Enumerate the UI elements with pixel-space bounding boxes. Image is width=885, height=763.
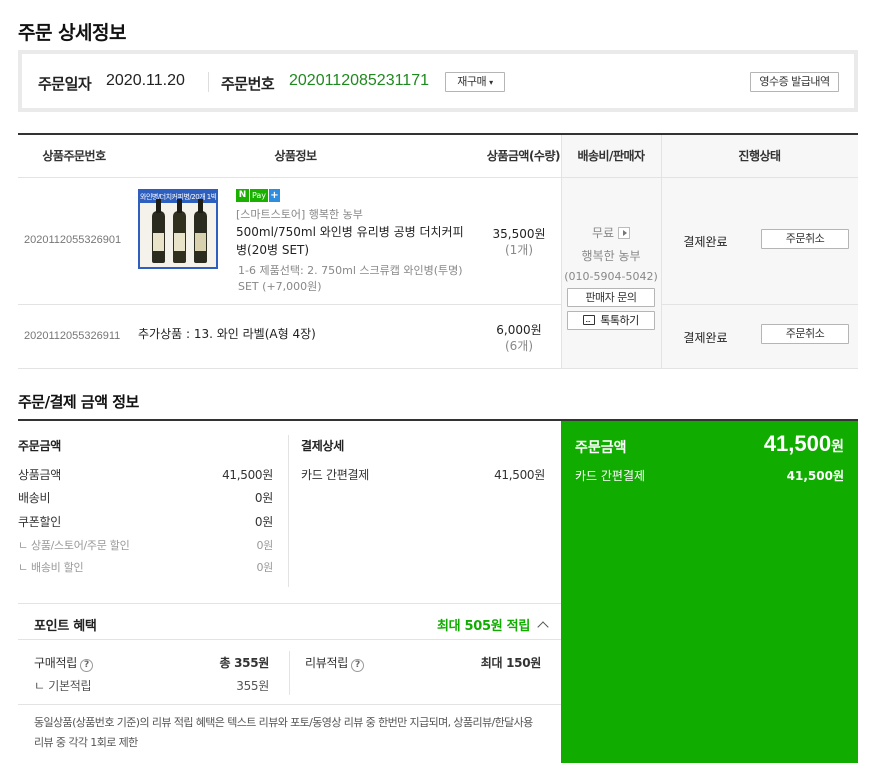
seller-inquiry-button[interactable]: 판매자 문의 bbox=[567, 288, 655, 307]
points-top-divider bbox=[18, 603, 561, 604]
purchase-points-label: 구매적립? bbox=[34, 654, 93, 672]
naver-pay-plus-badge: N Pay + bbox=[236, 189, 280, 202]
payment-method-label: 카드 간편결제 bbox=[575, 469, 646, 483]
header-product-info: 상품정보 bbox=[274, 149, 317, 163]
reorder-button[interactable]: 재구매 ▾ bbox=[445, 72, 505, 92]
total-amount-panel: 주문금액 41,500원 카드 간편결제 41,500원 bbox=[561, 421, 858, 763]
product-name-line1[interactable]: 500ml/750ml 와인병 유리병 공병 더치커피 bbox=[236, 223, 464, 240]
product-price: 35,500원 bbox=[492, 227, 546, 241]
total-amount-unit: 원 bbox=[831, 439, 844, 455]
additional-product-name[interactable]: 추가상품 : 13. 와인 라벨(A형 4장) bbox=[138, 325, 316, 342]
row-divider-right bbox=[661, 304, 858, 305]
total-amount-label: 주문금액 bbox=[575, 440, 627, 456]
header-shipping-seller: 배송비/판매자 bbox=[577, 149, 645, 163]
points-title: 포인트 혜택 bbox=[34, 619, 97, 634]
shipping-fee-value: 0원 bbox=[254, 491, 273, 505]
order-products-table: 상품주문번호 상품정보 상품금액(수량) 배송비/판매자 진행상태 202011… bbox=[18, 133, 858, 369]
product-option-line1: 1-6 제품선택: 2. 750ml 스크류캡 와인병(투명) bbox=[238, 264, 463, 277]
order-number-label: 주문번호 bbox=[221, 75, 275, 93]
talk-talk-button[interactable]: 톡톡하기 bbox=[567, 311, 655, 330]
review-points-value: 최대 150원 bbox=[480, 656, 542, 670]
product-amount-label: 상품금액 bbox=[18, 468, 61, 482]
receipt-history-button[interactable]: 영수증 발급내역 bbox=[750, 72, 839, 92]
total-amount-value: 41,500 bbox=[763, 431, 832, 456]
product-quantity: (6개) bbox=[504, 339, 534, 353]
store-discount-value: 0원 bbox=[256, 539, 273, 552]
chevron-up-icon bbox=[537, 621, 549, 633]
purchase-points-text: 구매적립 bbox=[34, 656, 77, 670]
order-summary-box: 주문일자 2020.11.20 주문번호 2020112085231171 재구… bbox=[18, 50, 858, 112]
points-note-line2: 리뷰 중 각각 1회로 제한 bbox=[34, 736, 138, 749]
max-points-label: 최대 505원 적립 bbox=[437, 619, 530, 634]
seller-name: 행복한 농부 bbox=[581, 249, 641, 263]
order-number-value: 2020112085231171 bbox=[289, 72, 429, 89]
wine-bottle-image bbox=[152, 199, 165, 263]
header-order-number: 상품주문번호 bbox=[42, 149, 106, 163]
help-icon[interactable]: ? bbox=[79, 659, 93, 672]
product-name-line2[interactable]: 병(20병 SET) bbox=[236, 241, 309, 258]
coupon-discount-label: 쿠폰할인 bbox=[18, 515, 61, 529]
shipping-discount-value: 0원 bbox=[256, 561, 273, 574]
n-icon: N bbox=[236, 189, 249, 202]
product-store-name[interactable]: [스마트스토어] 행복한 농부 bbox=[236, 206, 363, 222]
pay-icon: Pay bbox=[250, 189, 268, 202]
review-points-text: 리뷰적립 bbox=[305, 656, 348, 670]
wine-bottle-image bbox=[173, 199, 186, 263]
points-note-line1: 동일상품(상품번호 기준)의 리뷰 적립 혜택은 텍스트 리뷰와 포토/동영상 … bbox=[34, 716, 533, 729]
help-icon[interactable]: ? bbox=[350, 659, 364, 672]
total-amount: 41,500원 bbox=[764, 431, 844, 457]
row-divider bbox=[18, 304, 561, 305]
order-status: 결제완료 bbox=[683, 235, 728, 249]
basic-points-label: ㄴ 기본적립 bbox=[34, 679, 92, 693]
chevron-down-icon: ▾ bbox=[489, 78, 493, 87]
page-title: 주문 상세정보 bbox=[18, 22, 127, 44]
wine-bottle-image bbox=[194, 199, 207, 263]
product-amount-value: 41,500원 bbox=[222, 468, 273, 482]
shipping-discount-label: ㄴ 배송비 할인 bbox=[18, 561, 84, 574]
store-discount-label: ㄴ 상품/스토어/주문 할인 bbox=[18, 539, 130, 552]
payment-detail-title: 결제상세 bbox=[301, 439, 344, 453]
order-status: 결제완료 bbox=[683, 331, 728, 345]
talk-talk-label: 톡톡하기 bbox=[600, 314, 639, 327]
summary-divider bbox=[208, 72, 209, 92]
product-order-number: 2020112055326901 bbox=[24, 234, 122, 246]
order-date-value: 2020.11.20 bbox=[106, 72, 185, 89]
product-price: 6,000원 bbox=[496, 323, 542, 337]
cancel-order-button[interactable]: 주문취소 bbox=[761, 229, 849, 249]
purchase-points-value: 총 355원 bbox=[219, 656, 269, 670]
header-price-qty: 상품금액(수량) bbox=[486, 149, 561, 163]
coupon-discount-value: 0원 bbox=[254, 515, 273, 529]
header-divider bbox=[18, 177, 858, 178]
payment-method-value: 41,500원 bbox=[786, 469, 844, 483]
plus-icon: + bbox=[269, 189, 280, 202]
card-payment-label: 카드 간편결제 bbox=[301, 468, 369, 482]
seller-phone: (010-5904-5042) bbox=[564, 270, 658, 283]
shipping-fee-label: 배송비 bbox=[18, 491, 51, 505]
payment-info-area: 주문금액 상품금액 41,500원 배송비 0원 쿠폰할인 0원 ㄴ 상품/스토… bbox=[18, 419, 858, 763]
column-divider bbox=[288, 435, 289, 587]
review-points-label: 리뷰적립? bbox=[305, 654, 364, 672]
chat-icon bbox=[583, 311, 596, 329]
header-status: 진행상태 bbox=[738, 149, 781, 163]
points-note-divider bbox=[18, 704, 561, 705]
product-quantity: (1개) bbox=[504, 243, 534, 257]
product-order-number: 2020112055326911 bbox=[24, 330, 121, 342]
basic-points-value: 355원 bbox=[236, 679, 269, 693]
shipping-fee: 무료 bbox=[561, 224, 661, 241]
play-icon[interactable] bbox=[618, 227, 631, 239]
reorder-label: 재구매 bbox=[457, 75, 487, 88]
cancel-order-button[interactable]: 주문취소 bbox=[761, 324, 849, 344]
order-amount-title: 주문금액 bbox=[18, 439, 61, 453]
product-thumbnail[interactable]: 와인병/더치커피병/20개 1박스 bbox=[138, 189, 218, 269]
table-bottom-line bbox=[18, 368, 858, 369]
payment-section-title: 주문/결제 금액 정보 bbox=[18, 393, 139, 411]
points-toggle[interactable]: 최대 505원 적립 bbox=[418, 615, 549, 634]
points-inner-divider bbox=[18, 639, 561, 640]
shipping-fee-text: 무료 bbox=[591, 226, 615, 240]
column-divider bbox=[289, 651, 290, 695]
order-date-label: 주문일자 bbox=[38, 75, 92, 93]
product-option-line2: SET (+7,000원) bbox=[238, 280, 322, 293]
card-payment-value: 41,500원 bbox=[494, 468, 545, 482]
